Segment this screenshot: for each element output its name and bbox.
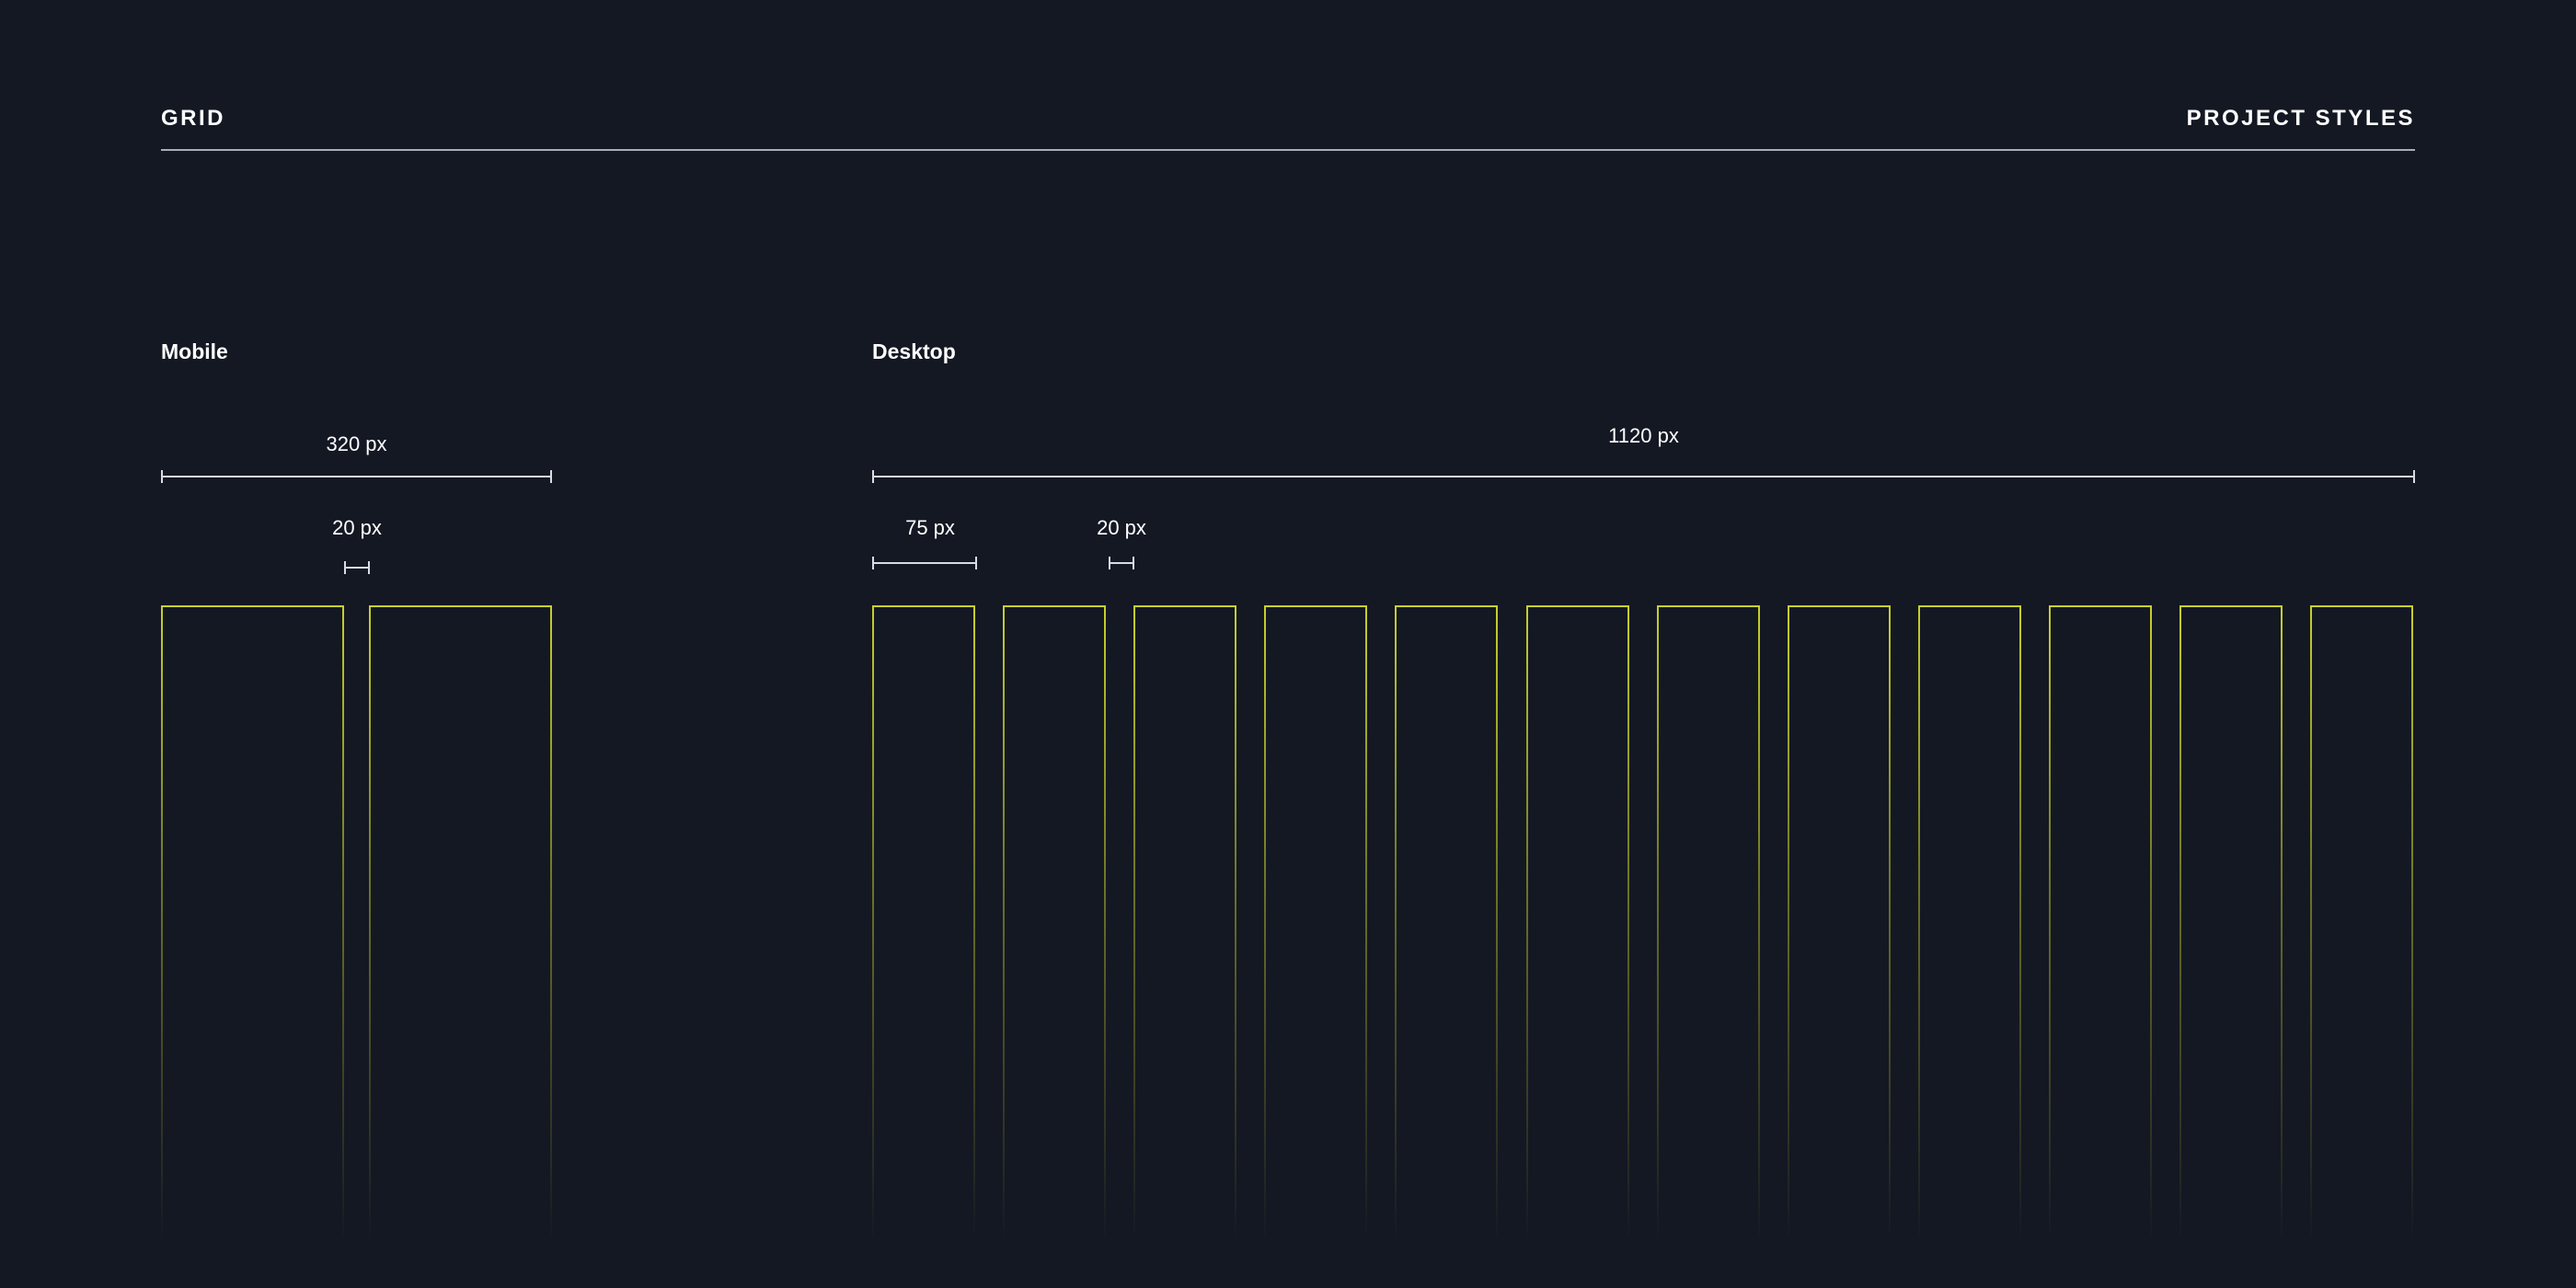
desktop-grid-column — [2179, 605, 2283, 1240]
desktop-total-width-label: 1120 px — [1608, 424, 1679, 447]
section-name: PROJECT STYLES — [2186, 106, 2415, 131]
desktop-column-width-measure — [872, 557, 977, 569]
desktop-grid-column — [1525, 605, 1629, 1240]
desktop-column-width-label: 75 px — [905, 516, 955, 539]
mobile-title: Mobile — [161, 339, 228, 363]
header-divider — [161, 149, 2415, 151]
desktop-grid-column — [872, 605, 975, 1240]
desktop-grid-column — [2048, 605, 2152, 1240]
desktop-grid-column — [1917, 605, 2021, 1240]
desktop-grid-column — [1003, 605, 1107, 1240]
mobile-gutter-label: 20 px — [332, 516, 382, 539]
desktop-gutter-label: 20 px — [1097, 516, 1146, 539]
page-title: GRID — [161, 106, 225, 131]
desktop-title: Desktop — [872, 339, 956, 363]
desktop-grid-column — [1656, 605, 1760, 1240]
desktop-grid-column — [2310, 605, 2414, 1240]
desktop-grid-column — [1264, 605, 1368, 1240]
mobile-total-width-measure — [161, 470, 552, 483]
mobile-grid-column — [369, 605, 552, 1240]
desktop-gutter-measure — [1109, 557, 1134, 569]
mobile-gutter-measure — [344, 561, 370, 574]
desktop-grid-column — [1133, 605, 1237, 1240]
desktop-grid-column — [1395, 605, 1499, 1240]
desktop-grid-column — [1787, 605, 1891, 1240]
mobile-grid-column — [161, 605, 344, 1240]
mobile-total-width-label: 320 px — [326, 432, 387, 455]
desktop-total-width-measure — [872, 470, 2415, 483]
